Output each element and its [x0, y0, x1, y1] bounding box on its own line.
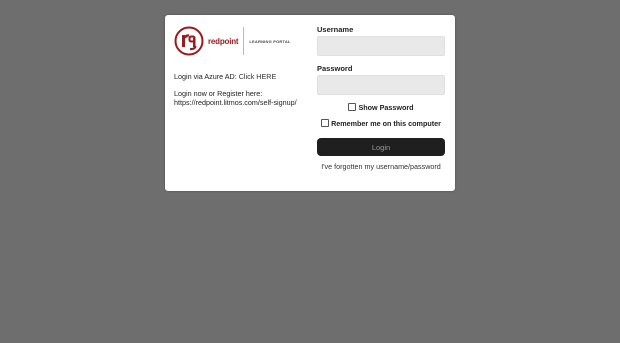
- logo: redpoint LEARNING PORTAL: [174, 24, 314, 58]
- info-panel: redpoint LEARNING PORTAL Login via Azure…: [174, 24, 314, 107]
- logo-divider: [243, 27, 245, 55]
- login-form: Username Password Show Password Remember…: [317, 24, 445, 171]
- azure-login-label: Login via Azure AD:: [174, 72, 239, 81]
- azure-login-link[interactable]: Click HERE: [239, 72, 277, 81]
- username-input[interactable]: [317, 36, 445, 56]
- redpoint-logo-icon: [174, 26, 204, 56]
- login-card: redpoint LEARNING PORTAL Login via Azure…: [165, 15, 455, 191]
- password-label: Password: [317, 64, 353, 73]
- show-password-label[interactable]: Show Password: [358, 103, 413, 112]
- remember-me-row: Remember me on this computer: [317, 118, 445, 128]
- password-input[interactable]: [317, 75, 445, 95]
- azure-login-line: Login via Azure AD: Click HERE: [174, 72, 314, 81]
- login-button[interactable]: Login: [317, 138, 445, 156]
- logo-tagline: LEARNING PORTAL: [249, 38, 291, 44]
- show-password-checkbox[interactable]: [348, 103, 357, 111]
- username-label: Username: [317, 25, 354, 34]
- remember-me-checkbox[interactable]: [321, 119, 330, 127]
- show-password-row: Show Password: [317, 102, 445, 112]
- register-info: Login now or Register here: https://redp…: [174, 89, 314, 107]
- register-text: Login now or Register here:: [174, 89, 263, 98]
- forgot-password-link[interactable]: I've forgotten my username/password: [317, 162, 445, 171]
- register-url: https://redpoint.litmos.com/self-signup/: [174, 98, 297, 107]
- logo-wordmark: redpoint: [208, 36, 239, 46]
- remember-me-label[interactable]: Remember me on this computer: [331, 119, 441, 128]
